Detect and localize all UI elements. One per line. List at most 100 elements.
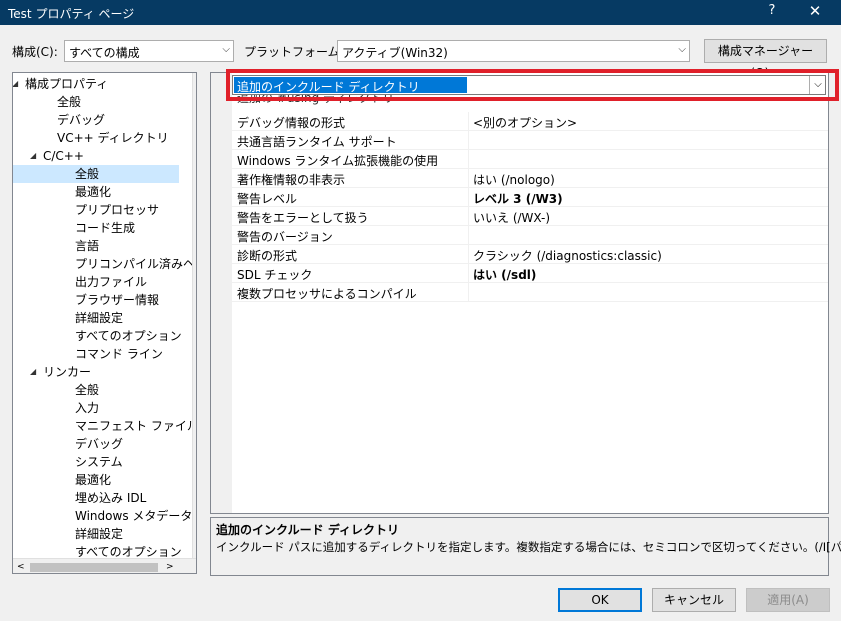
expander-icon[interactable]: ◢: [30, 367, 36, 376]
row-separator: [468, 169, 469, 188]
tree-item[interactable]: デバッグ: [75, 435, 123, 453]
row-name: SDL チェック: [237, 268, 313, 282]
row-value[interactable]: はい (/sdl): [473, 266, 536, 283]
row-gutter: [211, 150, 232, 169]
scroll-left-icon[interactable]: <: [17, 562, 25, 572]
row-separator: [468, 245, 469, 264]
tree-item[interactable]: 入力: [75, 399, 99, 417]
tree-item[interactable]: 構成プロパティ: [25, 75, 108, 93]
row-value[interactable]: レベル 3 (/W3): [473, 190, 563, 207]
cancel-button[interactable]: キャンセル: [652, 588, 736, 612]
expander-icon[interactable]: ◢: [13, 79, 18, 88]
tree-item[interactable]: 全般: [75, 381, 99, 399]
tree-item[interactable]: 全般: [13, 165, 179, 183]
tree-item[interactable]: C/C++: [43, 147, 84, 165]
row-gutter: [211, 131, 232, 150]
ok-button[interactable]: OK: [558, 588, 642, 612]
row-name: 著作権情報の非表示: [237, 173, 346, 187]
row-value[interactable]: いいえ (/WX-): [473, 209, 550, 226]
scroll-thumb[interactable]: [196, 91, 197, 436]
tree-item[interactable]: Windows メタデータ: [75, 507, 192, 525]
tree-horizontal-scrollbar[interactable]: < >: [13, 558, 196, 573]
grid-row[interactable]: 複数プロセッサによるコンパイル: [211, 283, 828, 302]
scroll-thumb[interactable]: [30, 563, 158, 572]
tree-item[interactable]: 出力ファイル: [75, 273, 147, 291]
platform-value: アクティブ(Win32): [342, 46, 448, 60]
tree-item[interactable]: 詳細設定: [75, 525, 123, 543]
config-value: すべての構成: [69, 46, 140, 60]
row-name: 警告のバージョン: [237, 230, 333, 244]
grid-row[interactable]: 診断の形式 クラシック (/diagnostics:classic): [211, 245, 828, 264]
help-button[interactable]: ?: [764, 3, 780, 18]
grid-row[interactable]: 著作権情報の非表示 はい (/nologo): [211, 169, 828, 188]
description-title: 追加のインクルード ディレクトリ: [216, 523, 399, 537]
row-gutter: [211, 283, 232, 302]
tree-item[interactable]: 最適化: [75, 471, 111, 489]
row-gutter: [211, 112, 232, 131]
tree-item[interactable]: VC++ ディレクトリ: [57, 129, 169, 147]
description-text: インクルード パスに追加するディレクトリを指定します。複数指定する場合には、セミ…: [216, 540, 841, 554]
row-gutter: [211, 264, 232, 283]
row-gutter: [211, 226, 232, 245]
grid-row[interactable]: 警告レベル レベル 3 (/W3): [211, 188, 828, 207]
expander-icon[interactable]: ◢: [30, 151, 36, 160]
row-value[interactable]: クラシック (/diagnostics:classic): [473, 247, 662, 264]
tree-item[interactable]: ブラウザー情報: [75, 291, 159, 309]
row-separator: [468, 264, 469, 283]
row-gutter: [211, 207, 232, 226]
row-separator: [468, 207, 469, 226]
config-label: 構成(C):: [12, 45, 58, 59]
row-name: 複数プロセッサによるコンパイル: [237, 287, 417, 301]
row-gutter: [211, 169, 232, 188]
row-name: 警告レベル: [237, 192, 298, 206]
row-separator: [468, 226, 469, 245]
close-button[interactable]: ✕: [800, 2, 830, 20]
grid-row[interactable]: 警告をエラーとして扱う いいえ (/WX-): [211, 207, 828, 226]
tree-item[interactable]: デバッグ: [57, 111, 105, 129]
description-panel: 追加のインクルード ディレクトリ インクルード パスに追加するディレクトリを指定…: [210, 517, 841, 576]
platform-dropdown[interactable]: アクティブ(Win32) ⌵: [337, 40, 690, 62]
tree-item[interactable]: 詳細設定: [75, 309, 123, 327]
row-name: 共通言語ランタイム サポート: [237, 135, 397, 149]
tree-item[interactable]: 最適化: [75, 183, 111, 201]
row-name: Windows ランタイム拡張機能の使用: [237, 154, 439, 168]
row-gutter: [211, 245, 232, 264]
property-grid[interactable]: 追加の #using ディレクトリ デバッグ情報の形式 <別のオプション> 共通言語…: [210, 72, 829, 514]
config-manager-button[interactable]: 構成マネージャー(O)...: [704, 39, 827, 80]
chevron-down-icon: ⌵: [678, 44, 686, 55]
property-tree[interactable]: ◢ 構成プロパティ 全般 デバッグ VC++ ディレクトリ ◢ C/C++ 全般 最適化 プリプロ…: [12, 72, 197, 574]
grid-row[interactable]: 警告のバージョン: [211, 226, 828, 245]
tree-item[interactable]: プリコンパイル済みヘッ: [75, 255, 196, 273]
row-separator: [468, 283, 469, 302]
tree-item[interactable]: システム: [75, 453, 123, 471]
tree-item[interactable]: プリプロセッサ: [75, 201, 159, 219]
row-value[interactable]: はい (/nologo): [473, 171, 555, 188]
row-name: 診断の形式: [237, 249, 298, 263]
chevron-down-icon: ⌵: [222, 44, 230, 55]
row-gutter: [211, 188, 232, 207]
tree-item[interactable]: コード生成: [75, 219, 135, 237]
tree-item[interactable]: 全般: [57, 93, 81, 111]
row-separator: [468, 150, 469, 169]
apply-button[interactable]: 適用(A): [746, 588, 830, 612]
tree-item[interactable]: マニフェスト ファイル: [75, 417, 196, 435]
grid-row[interactable]: デバッグ情報の形式 <別のオプション>: [211, 112, 828, 131]
grid-row[interactable]: SDL チェック はい (/sdl): [211, 264, 828, 283]
tree-item[interactable]: 埋め込み IDL: [75, 489, 146, 507]
config-dropdown[interactable]: すべての構成 ⌵: [64, 40, 234, 62]
window-title: Test プロパティ ページ: [8, 7, 135, 21]
grid-row[interactable]: 共通言語ランタイム サポート: [211, 131, 828, 150]
row-name: デバッグ情報の形式: [237, 116, 346, 130]
tree-vertical-scrollbar[interactable]: ▲ ▼: [192, 73, 197, 558]
tree-item[interactable]: すべてのオプション: [75, 327, 182, 345]
row-separator: [468, 112, 469, 131]
tree-item[interactable]: 言語: [75, 237, 99, 255]
scroll-right-icon[interactable]: >: [166, 562, 174, 572]
tree-item[interactable]: コマンド ライン: [75, 345, 163, 363]
highlight-annotation-box: [226, 69, 839, 101]
row-value[interactable]: <別のオプション>: [473, 114, 577, 131]
tree-item[interactable]: リンカー: [43, 363, 91, 381]
row-name: 警告をエラーとして扱う: [237, 211, 369, 225]
grid-row[interactable]: Windows ランタイム拡張機能の使用: [211, 150, 828, 169]
row-separator: [468, 131, 469, 150]
